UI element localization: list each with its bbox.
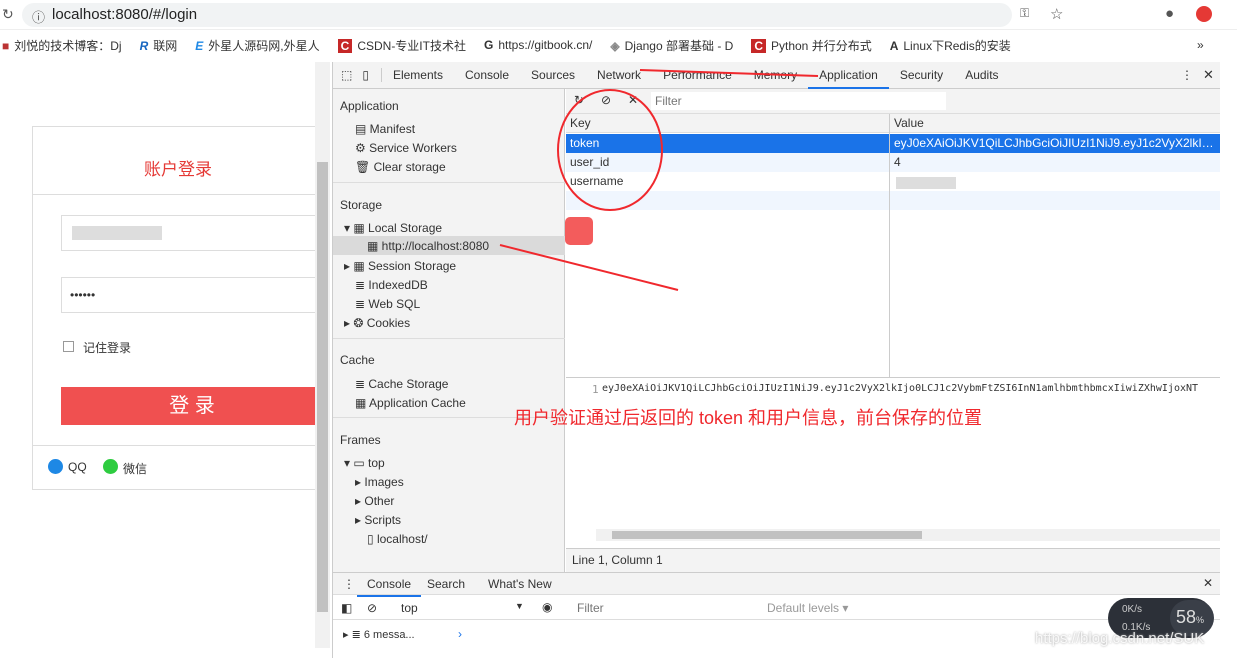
arrow-to-application-tab: [639, 69, 819, 77]
annotation-text: 用户验证通过后返回的 token 和用户信息，前台保存的位置: [514, 408, 983, 428]
upload-speed: 0K/s: [1122, 604, 1143, 615]
cpu-unit: %: [1196, 615, 1205, 625]
red-circle-annotation: [557, 89, 663, 211]
watermark: https://blog.csdn.net/SUK: [1035, 630, 1205, 647]
cpu-usage: 58: [1176, 607, 1197, 627]
arrow-to-local-storage: [499, 244, 679, 291]
annotation-overlay: [499, 69, 819, 291]
search-icon: [565, 217, 593, 245]
